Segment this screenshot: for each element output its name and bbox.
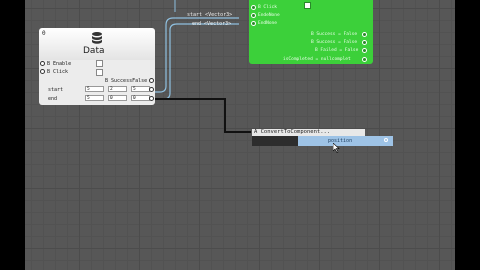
- screen: start <Vector3> end <Vector3> 0 Data B E…: [0, 0, 480, 270]
- click-checkbox[interactable]: [96, 69, 103, 76]
- ende-input-pin[interactable]: [251, 13, 256, 18]
- green-checkbox[interactable]: [304, 2, 311, 9]
- click-input-pin[interactable]: [40, 69, 45, 74]
- enable-checkbox[interactable]: [96, 60, 103, 67]
- start-x-field[interactable]: 5: [85, 86, 104, 92]
- green-input-1: EndeNone: [258, 13, 280, 18]
- database-icon: [92, 32, 102, 44]
- component-popup[interactable]: A ConvertToComponent... position: [252, 129, 393, 146]
- wire-label-start: start <Vector3>: [187, 12, 233, 18]
- popup-title: A ConvertToComponent...: [254, 129, 331, 135]
- popup-header: A ConvertToComponent...: [252, 129, 365, 136]
- success-output-label: B SuccessFalse: [105, 78, 148, 84]
- end-z-field[interactable]: 0: [131, 95, 150, 101]
- start-label: start: [48, 87, 64, 93]
- start-z-field[interactable]: 5: [131, 86, 150, 92]
- success-output-pin-1[interactable]: [362, 40, 367, 45]
- option-pin: [384, 138, 388, 142]
- wire-end: [152, 23, 239, 100]
- popup-left-panel: [252, 136, 298, 146]
- end-output-pin[interactable]: [149, 96, 154, 101]
- enable-label: B Enable: [47, 61, 72, 67]
- green-output-1: B Success = False: [311, 40, 358, 45]
- end-y-field[interactable]: 0: [108, 95, 127, 101]
- green-output-2: B Failed = False: [315, 48, 359, 53]
- mouse-cursor-icon: [333, 143, 340, 153]
- green-output-0: B Success = False: [311, 32, 358, 37]
- click-label: B Click: [47, 69, 69, 75]
- green-node[interactable]: B Click EndeNone EndNone B Success = Fal…: [249, 0, 373, 64]
- data-node[interactable]: 0 Data B Enable B Click B SuccessFalse s…: [39, 28, 155, 105]
- end-input-pin[interactable]: [251, 21, 256, 26]
- success-output-pin-0[interactable]: [362, 32, 367, 37]
- green-output-4: isCompleted = nullcomplet: [283, 57, 351, 62]
- enable-input-pin[interactable]: [40, 61, 45, 66]
- start-y-field[interactable]: 2: [108, 86, 127, 92]
- start-output-pin[interactable]: [149, 87, 154, 92]
- success-output-pin[interactable]: [149, 78, 154, 83]
- click-input-pin[interactable]: [251, 5, 256, 10]
- green-input-0: B Click: [258, 5, 277, 10]
- green-input-2: EndNone: [258, 21, 277, 26]
- left-letterbox: [0, 0, 25, 270]
- wire-label-end: end <Vector3>: [192, 21, 232, 27]
- node-title: Data: [83, 46, 105, 56]
- end-x-field[interactable]: 5: [85, 95, 104, 101]
- wire-start: [152, 17, 239, 93]
- wire-active: [152, 98, 251, 133]
- right-letterbox: [455, 0, 480, 270]
- node-id: 0: [42, 30, 46, 37]
- completed-output-pin[interactable]: [362, 57, 367, 62]
- popup-option-position[interactable]: position: [298, 136, 393, 146]
- graph-canvas[interactable]: start <Vector3> end <Vector3> 0 Data B E…: [25, 0, 455, 270]
- failed-output-pin-0[interactable]: [362, 48, 367, 53]
- data-node-header[interactable]: 0 Data: [39, 28, 155, 60]
- popup-option-label: position: [328, 138, 353, 144]
- end-label: end: [48, 96, 58, 102]
